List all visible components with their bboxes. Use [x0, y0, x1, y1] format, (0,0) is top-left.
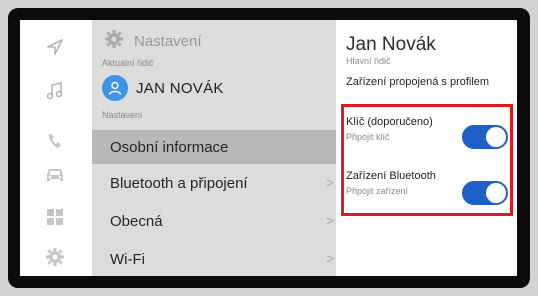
- app-rail: [20, 20, 92, 276]
- settings-icon[interactable]: [42, 244, 68, 270]
- bluetooth-toggle[interactable]: [462, 181, 508, 205]
- chevron-right-icon: >: [326, 213, 334, 228]
- settings-title: Nastavení: [134, 32, 202, 50]
- current-driver-label: Aktuální řidič: [102, 58, 154, 68]
- profile-name: Jan Novák: [346, 34, 436, 55]
- menu-item-general[interactable]: Obecná >: [92, 204, 336, 238]
- menu-item-wifi[interactable]: Wi-Fi >: [92, 242, 336, 276]
- menu-item-label: Bluetooth a připojení: [110, 174, 248, 192]
- gear-icon: [104, 29, 124, 54]
- settings-list-panel: Nastavení Aktuální řidič JAN NOVÁK Nasta…: [92, 20, 336, 276]
- phone-icon[interactable]: [42, 128, 68, 154]
- toggle-knob: [485, 126, 507, 148]
- profile-role: Hlavní řidič: [346, 56, 391, 66]
- key-device-title: Klíč (doporučeno): [346, 116, 433, 128]
- settings-section-label: Nastavení: [102, 110, 143, 120]
- current-driver[interactable]: JAN NOVÁK: [102, 75, 224, 101]
- menu-item-label: Wi-Fi: [110, 250, 145, 268]
- linked-devices-heading: Zařízení propojená s profilem: [346, 76, 490, 88]
- toggle-knob: [485, 182, 507, 204]
- music-icon[interactable]: [42, 78, 68, 104]
- navigation-icon[interactable]: [42, 34, 68, 60]
- menu-item-personal-info[interactable]: Osobní informace: [92, 130, 336, 164]
- key-device-subtitle: Připojit klíč: [346, 132, 390, 142]
- profile-detail-panel: Jan Novák Hlavní řidič Zařízení propojen…: [336, 20, 517, 276]
- bluetooth-device-subtitle: Připojit zařízení: [346, 186, 409, 196]
- avatar: [102, 75, 128, 101]
- settings-header: Nastavení: [104, 29, 202, 54]
- device-frame: Nastavení Aktuální řidič JAN NOVÁK Nasta…: [0, 0, 538, 296]
- car-icon[interactable]: [42, 162, 68, 188]
- chevron-right-icon: >: [326, 175, 334, 190]
- user-icon: [108, 81, 122, 95]
- apps-icon[interactable]: [42, 204, 68, 230]
- menu-item-label: Obecná: [110, 212, 163, 230]
- menu-item-label: Osobní informace: [110, 138, 229, 156]
- bluetooth-device-title: Zařízení Bluetooth: [346, 170, 436, 182]
- menu-item-bluetooth[interactable]: Bluetooth a připojení >: [92, 166, 336, 200]
- display-screen: Nastavení Aktuální řidič JAN NOVÁK Nasta…: [20, 20, 517, 276]
- chevron-right-icon: >: [326, 251, 334, 266]
- key-toggle[interactable]: [462, 125, 508, 149]
- driver-name: JAN NOVÁK: [136, 79, 224, 97]
